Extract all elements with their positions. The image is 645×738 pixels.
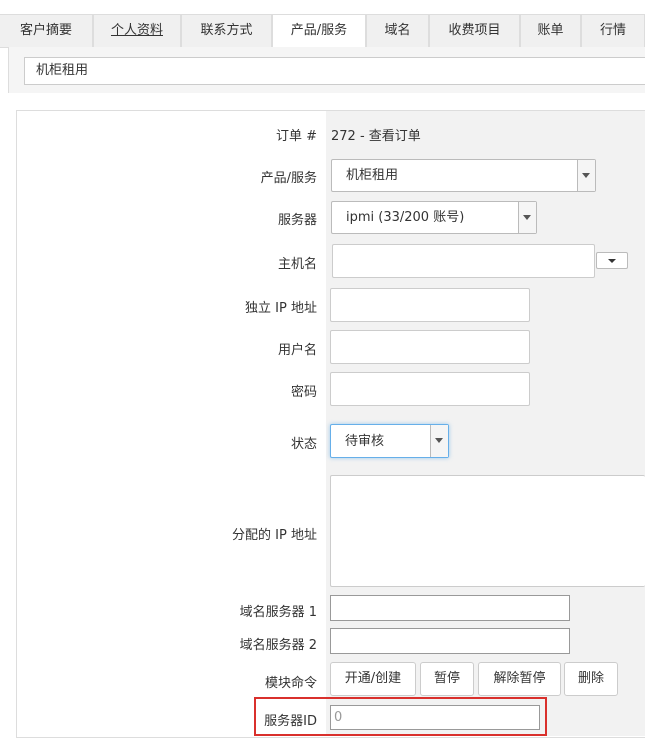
server-label: 服务器 xyxy=(277,213,317,228)
tab-profile[interactable]: 个人资料 xyxy=(93,14,181,47)
highlight-box xyxy=(254,697,547,736)
status-select[interactable]: 待审核 xyxy=(330,424,449,458)
tab-label: 账单 xyxy=(537,23,564,38)
module-commands-label: 模块命令 xyxy=(264,676,317,691)
tab-label: 产品/服务 xyxy=(290,23,348,38)
caret-down-icon xyxy=(608,259,616,263)
dedicated-ip-input[interactable] xyxy=(330,288,530,322)
tab-label: 客户摘要 xyxy=(19,23,72,38)
status-label: 状态 xyxy=(290,437,317,452)
tab-contacts[interactable]: 联系方式 xyxy=(181,14,272,47)
tab-label: 收费项目 xyxy=(448,23,501,38)
tab-label: 行情 xyxy=(599,23,626,38)
server-select-value: ipmi (33/200 账号) xyxy=(346,210,465,225)
tab-label: 域名 xyxy=(384,23,411,38)
order-value[interactable]: 272 - 查看订单 xyxy=(331,125,421,144)
tab-label: 个人资料 xyxy=(110,23,163,38)
tab-invoices[interactable]: 账单 xyxy=(520,14,581,47)
ns2-label: 域名服务器 2 xyxy=(239,638,317,653)
username-input[interactable] xyxy=(330,330,530,364)
status-select-value: 待审核 xyxy=(345,434,385,449)
hostname-dropdown-button[interactable] xyxy=(596,252,628,269)
tab-products[interactable]: 产品/服务 xyxy=(272,14,366,48)
ns2-input[interactable] xyxy=(330,628,570,654)
product-select-value: 机柜租用 xyxy=(346,168,399,183)
product-select[interactable]: 机柜租用 xyxy=(331,159,596,192)
assigned-ips-textarea[interactable] xyxy=(330,475,645,587)
ns1-input[interactable] xyxy=(330,595,570,621)
unsuspend-button[interactable]: 解除暂停 xyxy=(478,662,561,696)
create-button[interactable]: 开通/创建 xyxy=(330,662,416,696)
ns1-label: 域名服务器 1 xyxy=(239,605,317,620)
tab-label: 联系方式 xyxy=(200,23,253,38)
server-select[interactable]: ipmi (33/200 账号) xyxy=(331,201,537,234)
hostname-input[interactable] xyxy=(332,244,595,278)
password-label: 密码 xyxy=(290,385,317,400)
tab-billable-items[interactable]: 收费项目 xyxy=(429,14,520,47)
terminate-button[interactable]: 删除 xyxy=(564,662,618,696)
order-label: 订单 # xyxy=(275,129,317,144)
assigned-ips-label: 分配的 IP 地址 xyxy=(232,528,317,543)
chevron-down-icon xyxy=(430,425,448,457)
tab-summary[interactable]: 客户摘要 xyxy=(0,14,93,47)
product-label: 产品/服务 xyxy=(260,171,317,186)
tab-quotes[interactable]: 行情 xyxy=(581,14,645,47)
password-input[interactable] xyxy=(330,372,530,406)
tab-domains[interactable]: 域名 xyxy=(366,14,429,47)
hostname-label: 主机名 xyxy=(277,257,317,272)
product-selector-bar: 机柜租用 xyxy=(8,47,645,93)
chevron-down-icon xyxy=(518,202,536,233)
product-selector[interactable]: 机柜租用 xyxy=(24,57,645,85)
chevron-down-icon xyxy=(577,160,595,191)
suspend-button[interactable]: 暂停 xyxy=(420,662,474,696)
username-label: 用户名 xyxy=(277,343,317,358)
tab-bar: 客户摘要 个人资料 联系方式 产品/服务 域名 收费项目 账单 行情 xyxy=(0,0,645,48)
dedicated-ip-label: 独立 IP 地址 xyxy=(245,301,317,316)
product-selector-value: 机柜租用 xyxy=(36,63,89,78)
